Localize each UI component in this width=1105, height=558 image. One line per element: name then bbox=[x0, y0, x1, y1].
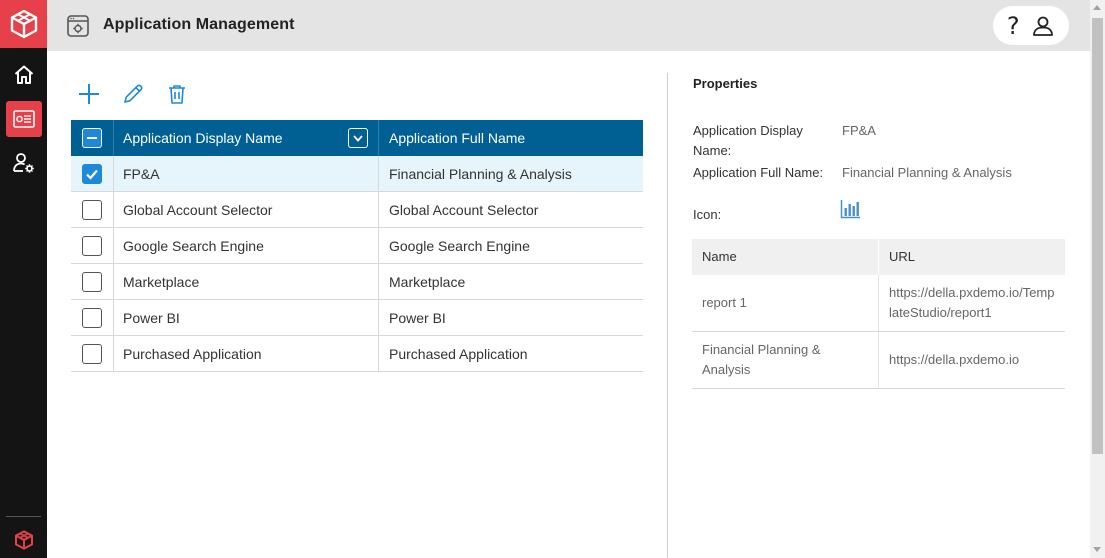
cell-display-name: Global Account Selector bbox=[114, 192, 379, 227]
cube-logo-icon bbox=[10, 9, 37, 39]
scroll-up-arrow-icon[interactable] bbox=[1093, 5, 1101, 10]
cell-full-name: Power BI bbox=[389, 309, 446, 326]
table-row[interactable]: Google Search Engine Google Search Engin… bbox=[71, 228, 643, 264]
cell-display-name: Power BI bbox=[114, 300, 379, 335]
app-logo[interactable] bbox=[0, 0, 47, 48]
cell-display-name: Purchased Application bbox=[114, 336, 379, 371]
cell-full-name: Google Search Engine bbox=[389, 237, 530, 254]
column-sort-button[interactable] bbox=[348, 128, 368, 148]
vertical-scrollbar[interactable] bbox=[1090, 0, 1105, 558]
urls-column-name: Name bbox=[692, 239, 879, 275]
bottom-logo bbox=[0, 526, 47, 554]
plus-icon bbox=[79, 84, 99, 104]
user-actions: ? bbox=[993, 6, 1069, 45]
cell-full-name: Marketplace bbox=[389, 273, 466, 290]
chevron-down-icon bbox=[353, 135, 363, 142]
page-title: Application Management bbox=[103, 16, 295, 33]
urls-table-header: Name URL bbox=[692, 239, 1065, 275]
cell-display-name: FP&A bbox=[114, 156, 379, 191]
icon-label: Icon: bbox=[693, 207, 722, 222]
column-header-label: Application Full Name bbox=[389, 130, 526, 146]
trash-icon bbox=[169, 85, 185, 104]
home-icon bbox=[14, 65, 33, 84]
app-window-icon bbox=[12, 110, 35, 128]
cell-full-name: Global Account Selector bbox=[389, 201, 539, 218]
scrollbar-thumb[interactable] bbox=[1092, 18, 1103, 454]
row-checkbox[interactable] bbox=[82, 235, 102, 256]
nav-active-indicator bbox=[5, 101, 42, 137]
url-value-cell: https://della.pxdemo.io bbox=[889, 352, 1020, 367]
user-settings-icon bbox=[12, 153, 34, 173]
rail-separator bbox=[6, 516, 41, 517]
check-icon bbox=[86, 169, 98, 180]
row-checkbox[interactable] bbox=[82, 199, 102, 220]
url-name-cell: report 1 bbox=[692, 275, 879, 331]
select-all-checkbox[interactable] bbox=[82, 128, 102, 148]
row-select-cell bbox=[71, 156, 114, 191]
page-header: Application Management ? bbox=[47, 0, 1090, 51]
properties-title: Properties bbox=[693, 76, 758, 91]
left-rail bbox=[0, 0, 47, 558]
user-profile-icon[interactable] bbox=[1031, 14, 1055, 38]
minus-icon bbox=[87, 137, 97, 139]
full-name-value: Financial Planning & Analysis bbox=[842, 165, 1012, 180]
row-checkbox[interactable] bbox=[82, 271, 102, 292]
row-checkbox[interactable] bbox=[82, 163, 102, 184]
cell-display-name: Google Search Engine bbox=[114, 228, 379, 263]
bar-chart-icon bbox=[840, 200, 860, 219]
nav-home[interactable] bbox=[0, 57, 47, 93]
table-row[interactable]: Global Account Selector Global Account S… bbox=[71, 192, 643, 228]
table-header: Application Display Name Application Ful… bbox=[71, 120, 643, 156]
applications-table: Application Display Name Application Ful… bbox=[71, 120, 643, 372]
row-select-cell bbox=[71, 228, 114, 263]
help-button[interactable]: ? bbox=[1007, 14, 1020, 38]
column-header-display-name[interactable]: Application Display Name bbox=[114, 120, 379, 156]
column-header-label: Application Display Name bbox=[123, 130, 283, 146]
table-row[interactable]: Marketplace Marketplace bbox=[71, 264, 643, 300]
display-name-label: Application Display Name: bbox=[693, 123, 803, 158]
cell-full-name: Financial Planning & Analysis bbox=[389, 165, 572, 182]
nav-application-management[interactable] bbox=[0, 101, 47, 137]
cell-full-name: Purchased Application bbox=[389, 345, 528, 362]
urls-column-url: URL bbox=[889, 249, 916, 264]
scroll-down-arrow-icon[interactable] bbox=[1093, 547, 1101, 552]
edit-button[interactable] bbox=[121, 82, 145, 106]
table-row[interactable]: Purchased Application Purchased Applicat… bbox=[71, 336, 643, 372]
cube-logo-small-icon bbox=[14, 530, 33, 550]
display-name-value: FP&A bbox=[842, 123, 876, 138]
row-checkbox[interactable] bbox=[82, 343, 102, 364]
table-row[interactable]: FP&A Financial Planning & Analysis bbox=[71, 156, 643, 192]
url-name-cell: Financial Planning & Analysis bbox=[692, 332, 879, 388]
row-select-cell bbox=[71, 192, 114, 227]
add-button[interactable] bbox=[77, 82, 101, 106]
table-row[interactable]: report 1 https://della.pxdemo.io/Templat… bbox=[692, 275, 1065, 332]
panel-divider[interactable] bbox=[667, 73, 668, 558]
application-settings-icon bbox=[67, 15, 89, 37]
urls-table: Name URL report 1 https://della.pxdemo.i… bbox=[692, 239, 1065, 389]
nav-user-settings[interactable] bbox=[0, 145, 47, 181]
cell-display-name: Marketplace bbox=[114, 264, 379, 299]
row-checkbox[interactable] bbox=[82, 307, 102, 328]
row-select-cell bbox=[71, 300, 114, 335]
select-all-cell bbox=[71, 120, 114, 156]
row-select-cell bbox=[71, 264, 114, 299]
column-header-full-name[interactable]: Application Full Name bbox=[379, 120, 643, 156]
full-name-label: Application Full Name: bbox=[693, 165, 824, 180]
table-row[interactable]: Power BI Power BI bbox=[71, 300, 643, 336]
pencil-icon bbox=[124, 84, 143, 103]
row-select-cell bbox=[71, 336, 114, 371]
delete-button[interactable] bbox=[165, 82, 189, 106]
url-value-cell: https://della.pxdemo.io/TemplateStudio/r… bbox=[889, 285, 1055, 320]
table-row[interactable]: Financial Planning & Analysis https://de… bbox=[692, 332, 1065, 389]
